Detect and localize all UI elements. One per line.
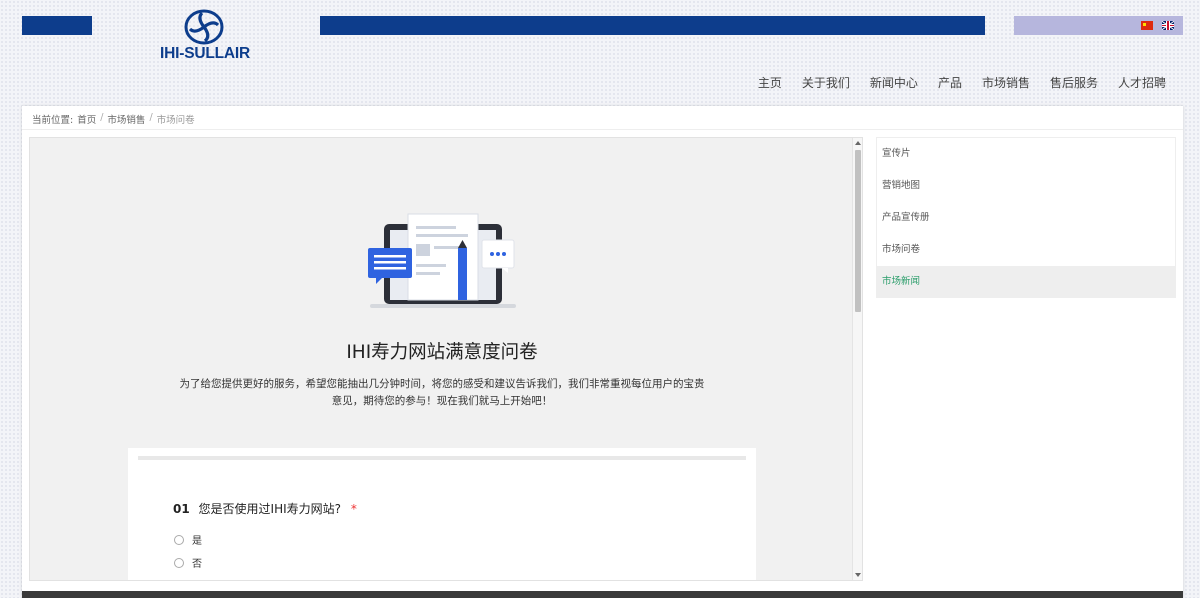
breadcrumb-home[interactable]: 首页: [77, 112, 96, 126]
option-label: 是: [192, 536, 202, 547]
breadcrumb-separator: /: [149, 112, 153, 123]
header-bar-left: [22, 16, 92, 35]
card-header-strip: [138, 456, 746, 460]
breadcrumb-sales[interactable]: 市场销售: [107, 112, 145, 126]
question-text: 您是否使用过IHI寿力网站?: [198, 502, 342, 516]
nav-service[interactable]: 售后服务: [1050, 74, 1098, 91]
breadcrumb-separator: /: [100, 112, 104, 123]
scroll-down-arrow-icon[interactable]: [855, 573, 861, 577]
cn-flag-icon[interactable]: [1141, 21, 1153, 30]
survey-frame[interactable]: IHI寿力网站满意度问卷 为了给您提供更好的服务，希望您能抽出几分钟时间，将您的…: [29, 137, 863, 581]
required-mark: *: [350, 502, 357, 516]
survey-title: IHI寿力网站满意度问卷: [346, 342, 538, 363]
divider: [22, 129, 1183, 130]
survey-description: 为了给您提供更好的服务，希望您能抽出几分钟时间，将您的感受和建议告诉我们，我们非…: [179, 378, 705, 407]
language-switcher: [1014, 16, 1183, 35]
nav-careers[interactable]: 人才招聘: [1118, 74, 1166, 91]
scroll-thumb[interactable]: [855, 150, 861, 312]
breadcrumb: 当前位置: 首页 / 市场销售 / 市场问卷: [32, 112, 195, 126]
nav-sales[interactable]: 市场销售: [982, 74, 1030, 91]
question-number: 01: [173, 502, 190, 516]
logo-icon: [184, 9, 224, 45]
nav-news[interactable]: 新闻中心: [870, 74, 918, 91]
option-yes[interactable]: 是: [174, 532, 202, 547]
scroll-up-arrow-icon[interactable]: [855, 141, 861, 145]
option-label: 否: [192, 559, 202, 570]
option-no[interactable]: 否: [174, 555, 202, 570]
question-title: 01 您是否使用过IHI寿力网站? *: [173, 500, 357, 517]
breadcrumb-current: 市场问卷: [156, 115, 195, 126]
logo-text: IHI-SULLAIR: [160, 45, 250, 62]
frame-scrollbar[interactable]: [852, 138, 862, 580]
sidebar-item-survey[interactable]: 市场问卷: [877, 234, 1175, 266]
header-bar-center: [320, 16, 985, 35]
uk-flag-icon[interactable]: [1162, 21, 1174, 30]
sidebar-item-video[interactable]: 宣传片: [877, 138, 1175, 170]
question-card: 01 您是否使用过IHI寿力网站? * 是 否: [128, 448, 756, 580]
sidebar-item-sales-map[interactable]: 营销地图: [877, 170, 1175, 202]
main-content: 当前位置: 首页 / 市场销售 / 市场问卷 IHI寿力网站满意度问卷 为了给您…: [22, 106, 1183, 598]
logo[interactable]: IHI-SULLAIR: [155, 6, 255, 62]
radio-button[interactable]: [174, 534, 184, 545]
nav-products[interactable]: 产品: [938, 74, 962, 91]
sidebar: 宣传片 营销地图 产品宣传册 市场问卷 市场新闻: [876, 137, 1176, 298]
nav-home[interactable]: 主页: [758, 74, 782, 91]
main-nav: 主页 关于我们 新闻中心 产品 市场销售 售后服务 人才招聘: [758, 74, 1166, 91]
radio-button[interactable]: [174, 557, 184, 568]
sidebar-item-brochure[interactable]: 产品宣传册: [877, 202, 1175, 234]
nav-about[interactable]: 关于我们: [802, 74, 850, 91]
footer-bar: [22, 591, 1183, 598]
breadcrumb-label: 当前位置:: [32, 115, 74, 126]
sidebar-item-market-news[interactable]: 市场新闻: [877, 266, 1175, 298]
survey-illustration-icon: [368, 213, 516, 308]
